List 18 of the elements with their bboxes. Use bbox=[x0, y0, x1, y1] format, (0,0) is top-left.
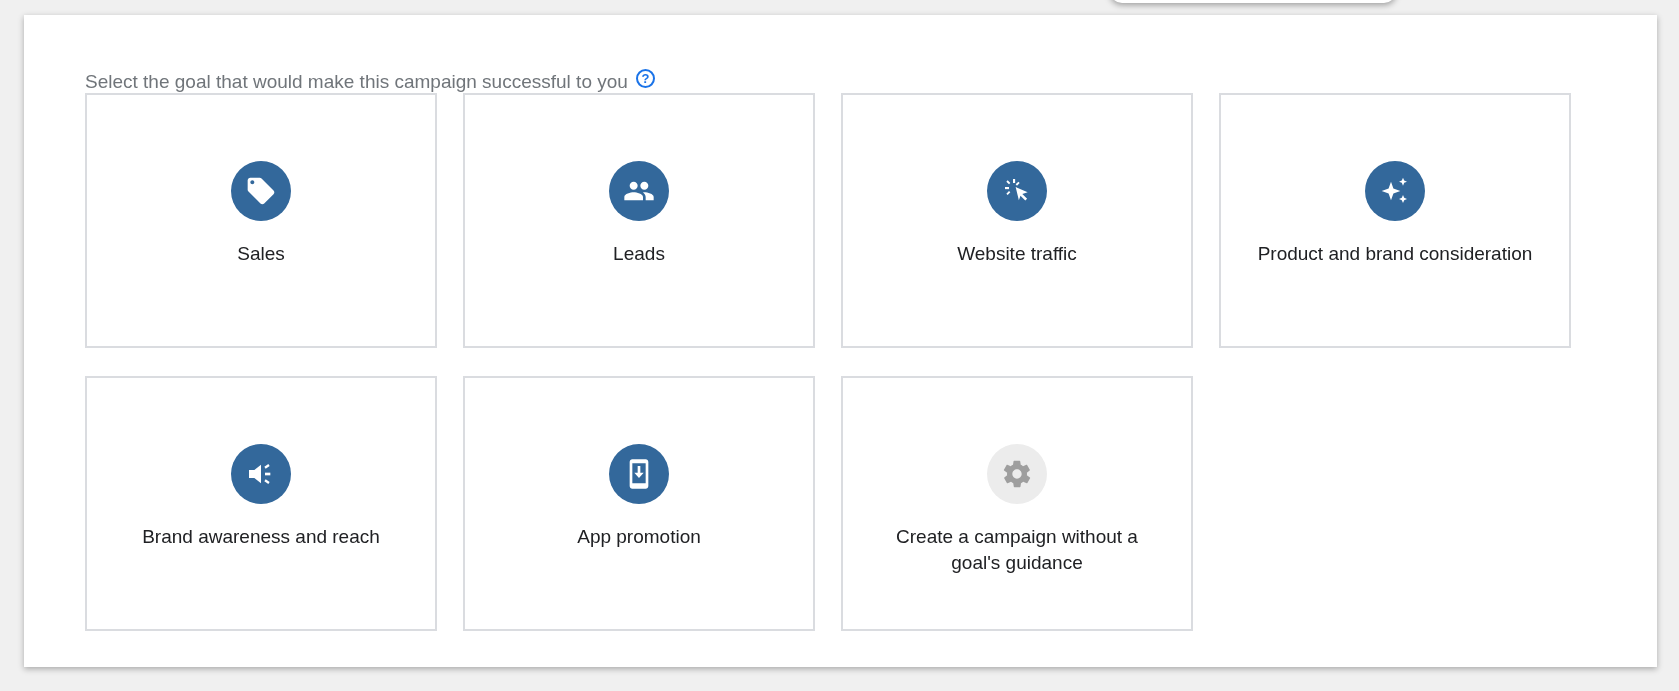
goal-label: Sales bbox=[237, 242, 285, 266]
goal-label: App promotion bbox=[577, 525, 701, 549]
goal-card[interactable]: Website traffic bbox=[841, 93, 1193, 348]
goal-card[interactable]: App promotion bbox=[463, 376, 815, 631]
goal-card[interactable]: Brand awareness and reach bbox=[85, 376, 437, 631]
goal-card[interactable]: Leads bbox=[463, 93, 815, 348]
goal-label: Leads bbox=[613, 242, 665, 266]
tag-icon bbox=[245, 175, 277, 207]
gear-icon bbox=[1001, 458, 1033, 490]
goal-label: Website traffic bbox=[957, 242, 1077, 266]
goal-card[interactable]: Create a campaign without a goal's guidance bbox=[841, 376, 1193, 631]
goal-label: Brand awareness and reach bbox=[142, 525, 380, 549]
goal-card[interactable]: Sales bbox=[85, 93, 437, 348]
goal-card[interactable]: Product and brand consideration bbox=[1219, 93, 1571, 348]
prompt-text: Select the goal that would make this campaign successful to you bbox=[85, 71, 628, 93]
goal-label: Create a campaign without a goal's guidance bbox=[895, 525, 1139, 575]
help-button[interactable]: ? bbox=[635, 68, 655, 88]
goal-label: Product and brand consideration bbox=[1257, 242, 1533, 266]
